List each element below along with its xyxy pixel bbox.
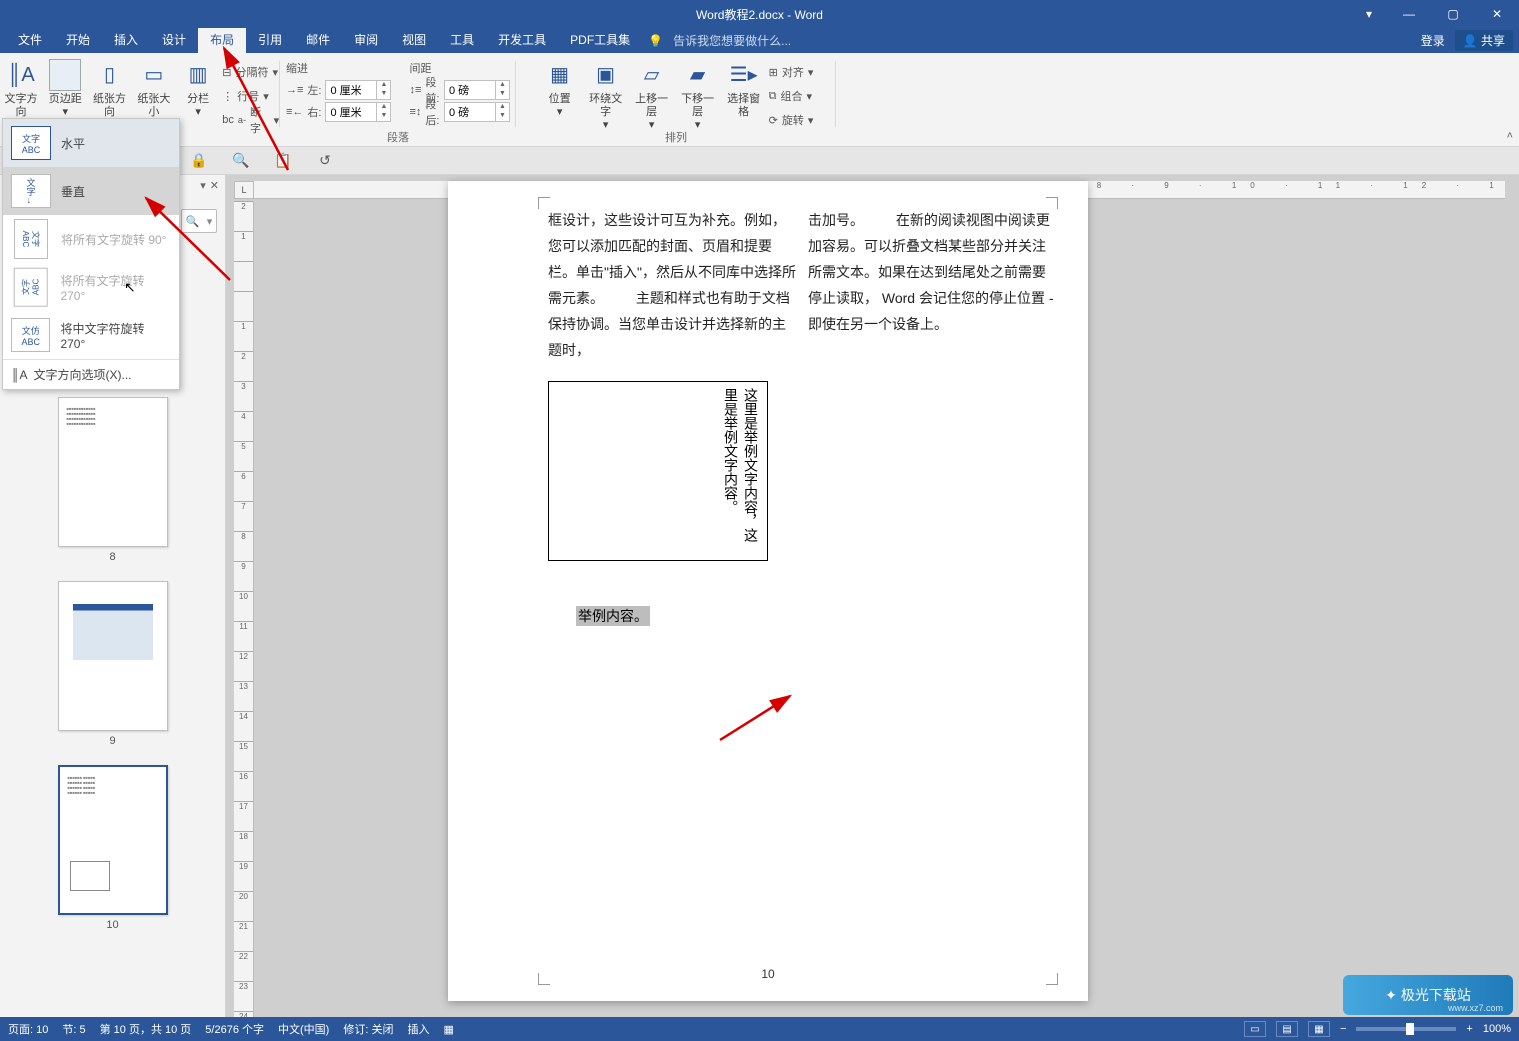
annotation-arrows xyxy=(0,0,1519,1041)
